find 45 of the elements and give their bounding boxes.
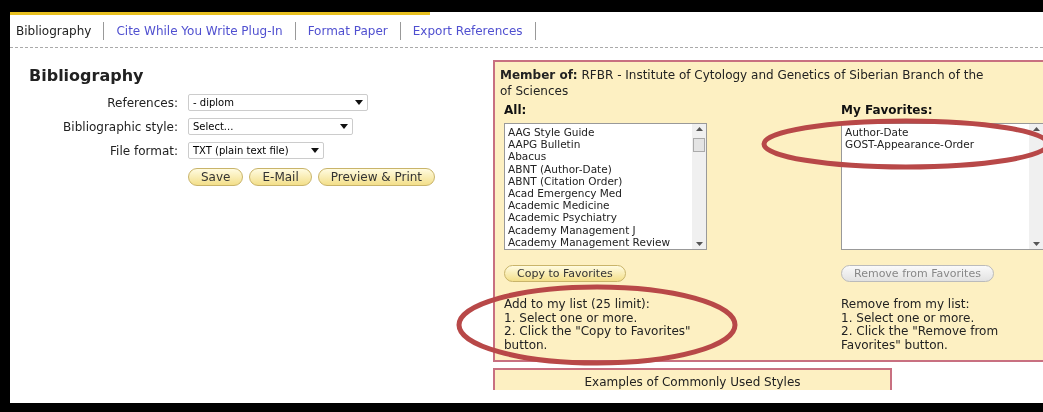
caret-icon: [355, 100, 363, 105]
list-item[interactable]: Acad Emergency Med: [508, 187, 689, 200]
dropdown-select[interactable]: Select...: [188, 118, 353, 135]
list-title: All:: [504, 103, 528, 117]
field-label: File format:: [109, 143, 178, 158]
list-item[interactable]: ABNT (Author-Date): [508, 162, 689, 175]
list-item[interactable]: Academic Psychiatry: [508, 211, 689, 224]
examples-title: Examples of Commonly Used Styles: [584, 374, 801, 390]
tab[interactable]: Cite While You Write Plug-In: [114, 22, 296, 40]
list-item[interactable]: ABNT (Citation Order): [508, 174, 689, 187]
action-button[interactable]: E-Mail: [249, 168, 312, 186]
list-item[interactable]: Abacus: [508, 150, 689, 163]
action-button[interactable]: Preview & Print: [317, 168, 436, 186]
dropdown-select[interactable]: - diplom: [188, 94, 368, 111]
scrollbar[interactable]: [1029, 124, 1043, 249]
favorites-button[interactable]: Copy to Favorites: [504, 265, 626, 282]
scrollbar[interactable]: [692, 124, 706, 249]
style-listbox[interactable]: AAG Style Guide AAPG Bulletin Abacus ABNT (Author-Date) ABNT (Citation Order) Acad Emergency Med Academic Medicine Academic Psychiatry Academy Management J Academy Management Review: [504, 123, 707, 250]
list-item[interactable]: Academy Management J: [508, 223, 689, 236]
action-button[interactable]: Save: [188, 168, 244, 186]
list-item[interactable]: Academy Management Review: [508, 235, 689, 249]
scroll-up-icon[interactable]: [695, 127, 703, 131]
field-label: References:: [106, 95, 178, 110]
list-item[interactable]: Author-Date: [845, 126, 1026, 139]
instructions-text: Remove from my list: 1. Select one or more. 2. Click the "Remove from Favorites" button.: [841, 298, 1000, 352]
caret-icon: [340, 124, 348, 129]
tab[interactable]: Bibliography: [14, 22, 105, 40]
field-label: Bibliographic style:: [62, 119, 178, 134]
tab[interactable]: Format Paper: [305, 22, 401, 40]
list-item[interactable]: Academic Medicine: [508, 199, 689, 212]
page-heading: Bibliography: [29, 66, 145, 85]
caret-icon: [311, 148, 319, 153]
list-item[interactable]: AAG Style Guide: [508, 126, 689, 139]
scroll-up-icon[interactable]: [1032, 127, 1040, 131]
tab[interactable]: Export References: [410, 22, 536, 40]
scroll-down-icon[interactable]: [695, 242, 703, 246]
membership-text: Member of: RFBR - Institute of Cytology and Genetics of Siberian Branch of the of Sciences: [500, 67, 985, 99]
style-listbox[interactable]: Author-Date GOST-Appearance-Order: [841, 123, 1043, 250]
dropdown-select[interactable]: TXT (plain text file): [188, 142, 324, 159]
list-item[interactable]: GOST-Appearance-Order: [845, 138, 1026, 151]
instructions-text: Add to my list (25 limit): 1. Select one or more. 2. Click the "Copy to Favorites" button.: [504, 298, 692, 352]
list-item[interactable]: AAPG Bulletin: [508, 138, 689, 151]
scroll-down-icon[interactable]: [1032, 242, 1040, 246]
list-title: My Favorites:: [841, 103, 934, 117]
scroll-thumb[interactable]: [693, 138, 705, 152]
